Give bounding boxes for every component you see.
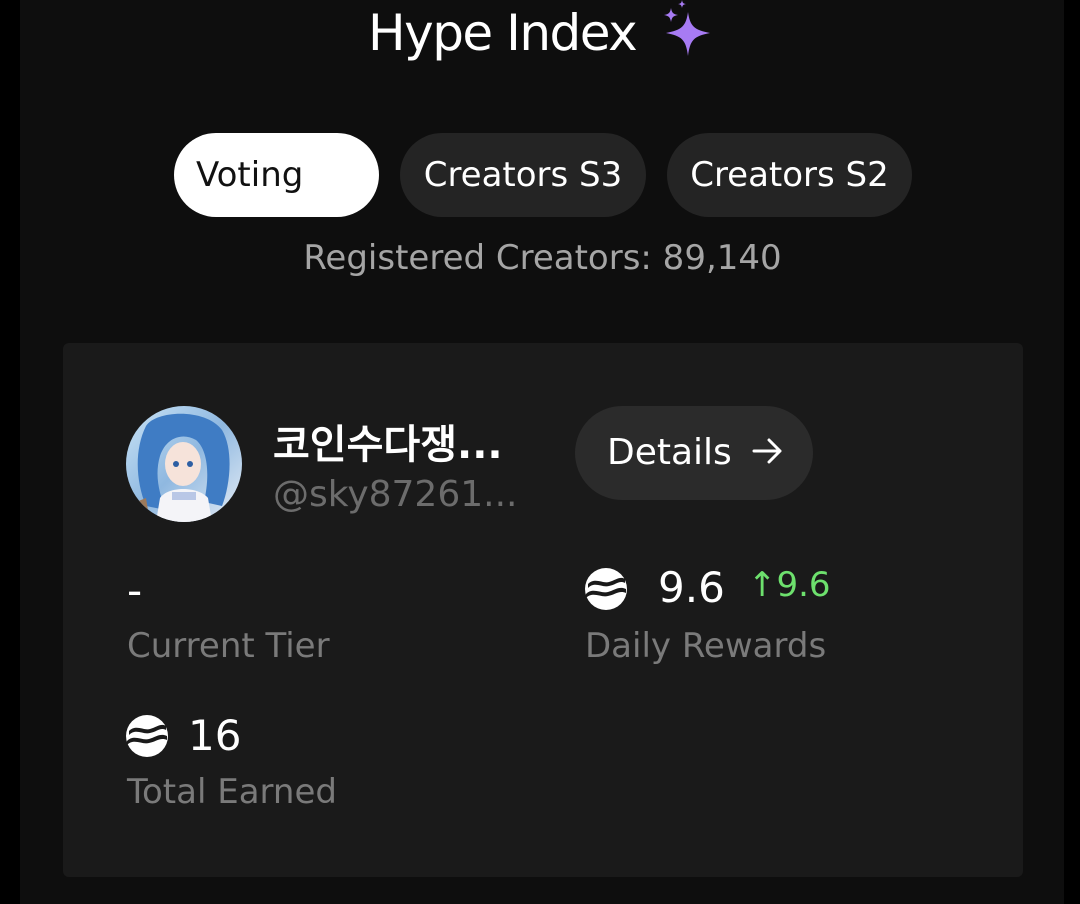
current-tier-value: -: [127, 566, 143, 615]
daily-rewards-label: Daily Rewards: [585, 626, 827, 666]
daily-rewards-value: 9.6: [658, 563, 725, 612]
total-earned-label: Total Earned: [127, 772, 337, 812]
creator-name: 코인수다쟁...: [273, 422, 503, 468]
registered-creators-count: Registered Creators: 89,140: [303, 238, 782, 278]
sparkles-icon: [664, 0, 710, 56]
page-title: Hype Index: [368, 4, 638, 62]
avatar: [126, 406, 242, 522]
daily-rewards-delta: ↑9.6: [748, 565, 831, 605]
details-button-label: Details: [607, 432, 732, 473]
creator-handle: @sky87261...: [273, 474, 518, 515]
total-earned-value: 16: [188, 711, 242, 760]
details-button[interactable]: Details: [575, 406, 813, 500]
current-tier-label: Current Tier: [127, 626, 330, 666]
coin-icon: [585, 568, 627, 610]
tab-creators-s3[interactable]: Creators S3: [400, 133, 646, 217]
tab-voting[interactable]: Voting: [174, 133, 379, 217]
tab-creators-s2[interactable]: Creators S2: [667, 133, 912, 217]
arrow-right-icon: [752, 438, 782, 464]
coin-icon: [126, 715, 168, 757]
header: Hype Index: [0, 0, 1080, 72]
